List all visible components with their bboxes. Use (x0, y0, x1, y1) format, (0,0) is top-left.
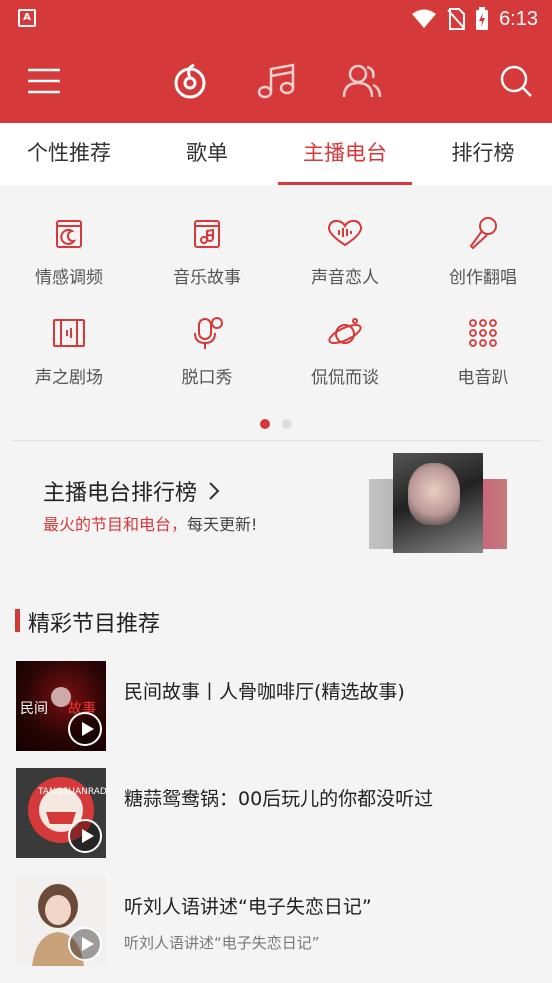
menu-icon[interactable] (24, 60, 64, 102)
dots-grid-icon (469, 319, 497, 347)
search-icon[interactable] (496, 60, 536, 102)
status-icons: 6:13 (411, 6, 538, 32)
chevron-right-icon (209, 482, 220, 500)
category-edm[interactable]: 电音趴 (414, 299, 552, 399)
program-cover: 民间 故事 (16, 661, 106, 751)
svg-text:TANGSUANRADIO: TANGSUANRADIO (37, 787, 106, 797)
my-music-icon[interactable] (254, 60, 298, 102)
no-sim-icon (447, 8, 466, 30)
category-label: 脱口秀 (181, 368, 233, 388)
category-label: 侃侃而谈 (311, 368, 379, 388)
friends-icon[interactable] (340, 60, 384, 102)
page-dot (282, 419, 292, 429)
tab-recommend[interactable]: 个性推荐 (0, 123, 138, 185)
program-item[interactable]: 听刘人语讲述“电子失恋日记” 听刘人语讲述“电子失恋日记” (16, 876, 536, 968)
tab-playlists[interactable]: 歌单 (138, 123, 276, 185)
play-icon[interactable] (68, 712, 102, 746)
category-theater[interactable]: 声之剧场 (0, 299, 138, 399)
page-indicator (0, 419, 552, 429)
radio-ranking-banner[interactable]: 主播电台排行榜 最火的节目和电台，每天更新! (0, 441, 552, 562)
category-grid: 情感调频 音乐故事 声音恋人 创作翻唱 声之剧场 脱口秀 侃侃而谈 电音趴 (0, 185, 552, 440)
category-label: 声音恋人 (311, 268, 379, 288)
category-cover[interactable]: 创作翻唱 (414, 199, 552, 299)
category-talk-show[interactable]: 脱口秀 (138, 299, 276, 399)
talk-mic-icon (194, 317, 223, 349)
category-chat[interactable]: 侃侃而谈 (276, 299, 414, 399)
play-icon[interactable] (68, 927, 102, 961)
category-emotion[interactable]: 情感调频 (0, 199, 138, 299)
app-notification-icon: A (18, 9, 36, 27)
heart-wave-icon (327, 219, 363, 247)
program-item[interactable]: TANGSUANRADIO 糖蒜鸳鸯锅：00后玩儿的你都没听过 (16, 768, 536, 860)
program-item[interactable]: 民间 故事 民间故事丨人骨咖啡厅(精选故事) (16, 661, 536, 753)
radio-icon (56, 220, 82, 248)
category-label: 音乐故事 (173, 268, 241, 288)
discover-music-icon[interactable] (170, 60, 210, 102)
planet-icon (328, 318, 362, 345)
program-title: 糖蒜鸳鸯锅：00后玩儿的你都没听过 (124, 788, 434, 810)
ranking-cover-portrait (408, 463, 460, 525)
ranking-title: 主播电台排行榜 (43, 475, 220, 507)
category-label: 声之剧场 (35, 368, 103, 388)
battery-charging-icon (476, 7, 489, 30)
wifi-icon (412, 9, 437, 28)
category-label: 创作翻唱 (449, 268, 517, 288)
program-cover: TANGSUANRADIO (16, 768, 106, 858)
svg-text:民间: 民间 (20, 701, 48, 717)
microphone-icon (469, 217, 497, 250)
section-title: 精彩节目推荐 (28, 612, 161, 637)
ranking-subtitle: 最火的节目和电台，每天更新! (43, 515, 258, 534)
play-icon[interactable] (68, 819, 102, 853)
program-subtitle: 听刘人语讲述“电子失恋日记” (124, 934, 320, 952)
film-icon (53, 319, 85, 347)
program-title: 民间故事丨人骨咖啡厅(精选故事) (124, 681, 405, 703)
music-note-icon (194, 220, 220, 248)
section-accent (15, 609, 20, 632)
tab-charts[interactable]: 排行榜 (414, 123, 552, 185)
app-bar (0, 38, 552, 123)
status-bar: A 6:13 (0, 0, 552, 38)
tab-bar: 个性推荐 歌单 主播电台 排行榜 (0, 123, 552, 185)
category-label: 情感调频 (35, 268, 103, 288)
page-dot-active (260, 419, 270, 429)
program-cover (16, 876, 106, 966)
category-voice-lover[interactable]: 声音恋人 (276, 199, 414, 299)
clock: 6:13 (499, 7, 538, 30)
tab-radio[interactable]: 主播电台 (276, 123, 414, 185)
program-title: 听刘人语讲述“电子失恋日记” (124, 896, 372, 918)
category-music-story[interactable]: 音乐故事 (138, 199, 276, 299)
category-label: 电音趴 (457, 368, 509, 388)
